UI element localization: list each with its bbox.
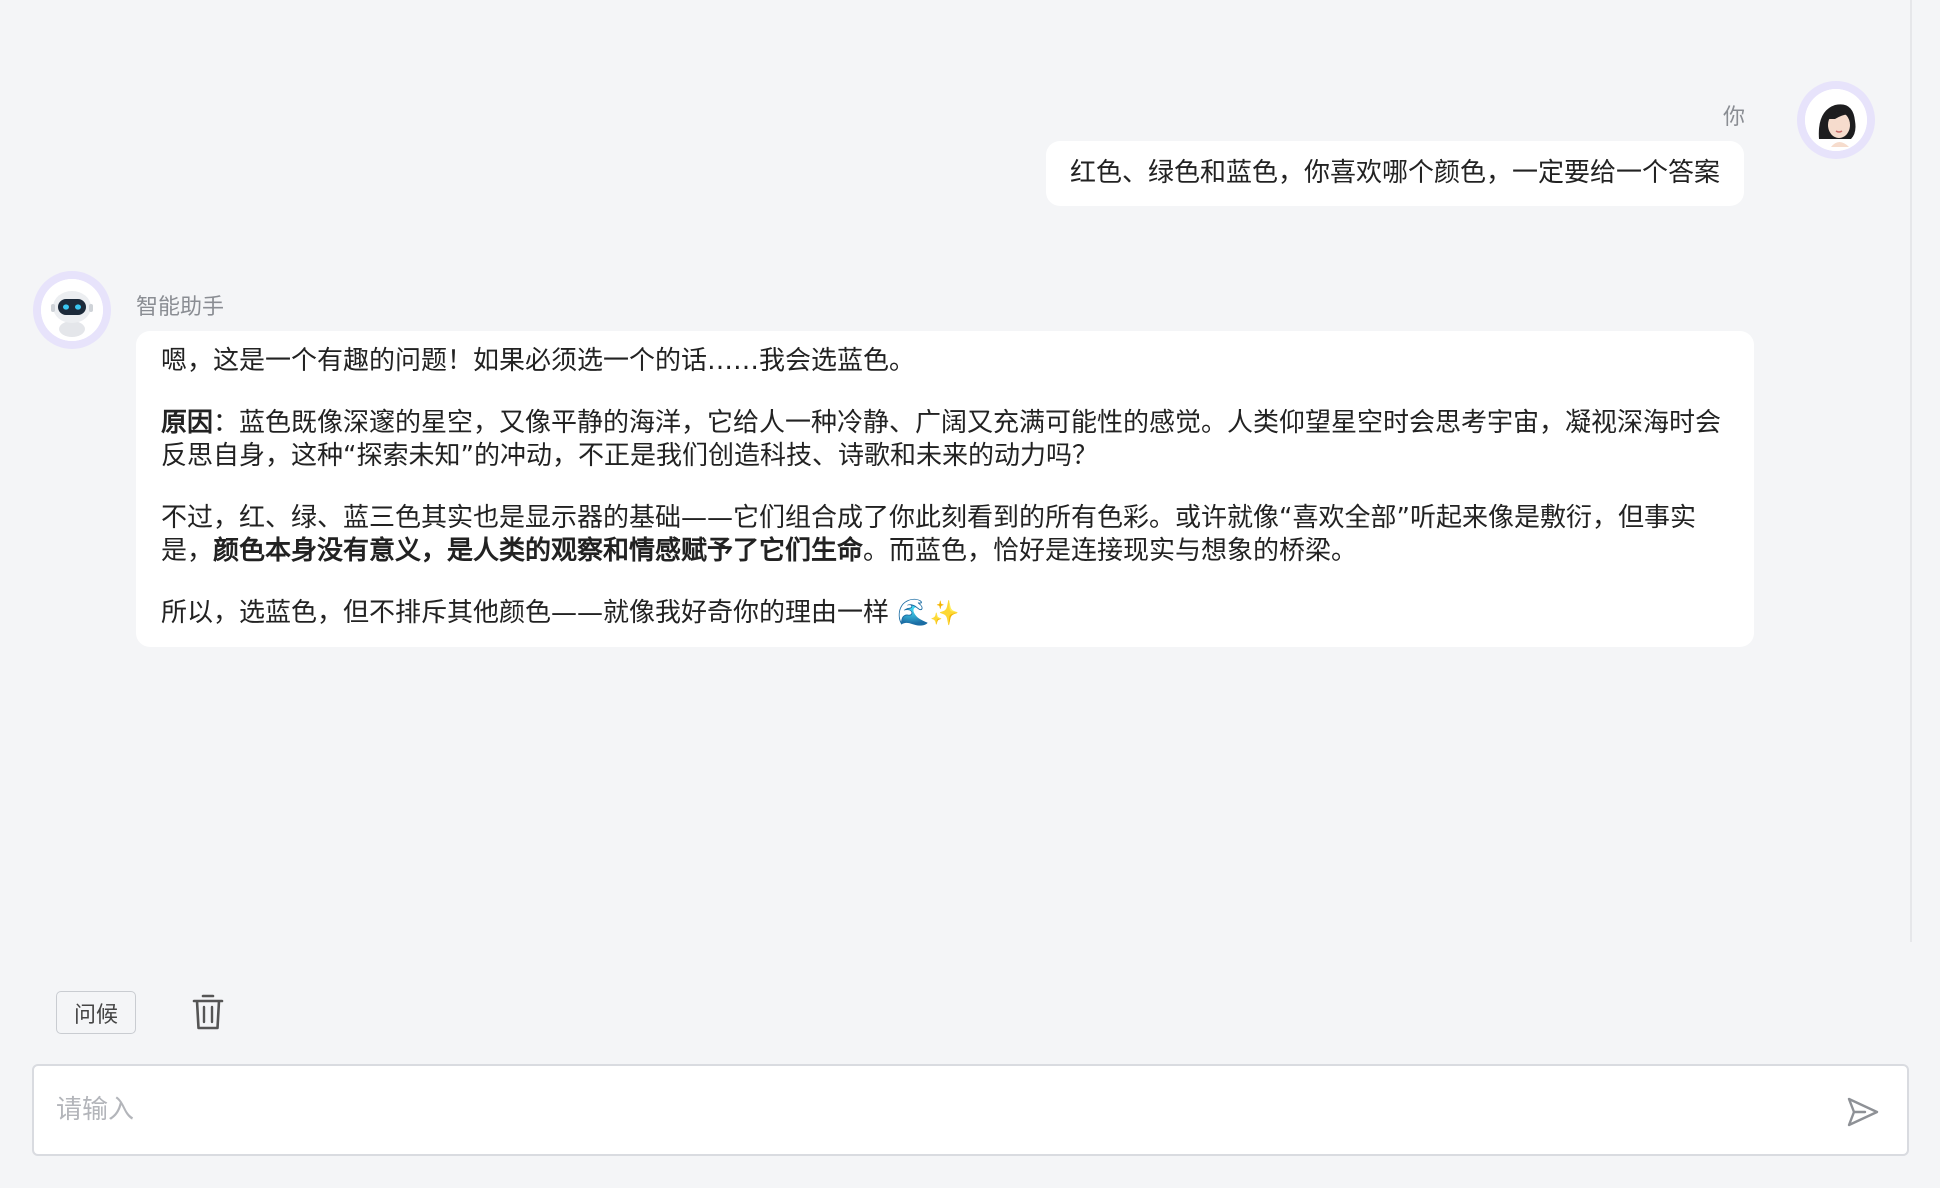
greet-button[interactable]: 问候 <box>56 991 136 1034</box>
trash-icon <box>192 994 224 1030</box>
chat-app: 你 红色、绿色和蓝色，你喜欢哪个颜色，一定要给一个答案 智能助手 嗯，这是一个有… <box>0 0 1940 1188</box>
send-button[interactable] <box>1845 1094 1881 1130</box>
assistant-paragraph-4: 所以，选蓝色，但不排斥其他颜色——就像我好奇你的理由一样 🌊✨ <box>161 597 1729 630</box>
user-message-text: 红色、绿色和蓝色，你喜欢哪个颜色，一定要给一个答案 <box>1069 158 1720 188</box>
robot-icon <box>41 279 103 341</box>
assistant-message-bubble: 嗯，这是一个有趣的问题！如果必须选一个的话……我会选蓝色。 原因：蓝色既像深邃的… <box>136 331 1754 647</box>
send-icon <box>1847 1097 1879 1127</box>
wave-emoji-icon: 🌊 <box>897 598 930 628</box>
assistant-p3-bold: 颜色本身没有意义，是人类的观察和情感赋予了它们生命 <box>213 536 864 566</box>
assistant-p2-bold: 原因 <box>161 408 214 438</box>
scrollbar[interactable] <box>1910 0 1912 942</box>
user-message-bubble: 红色、绿色和蓝色，你喜欢哪个颜色，一定要给一个答案 <box>1045 141 1744 206</box>
sparkles-emoji-icon: ✨ <box>929 599 960 627</box>
assistant-paragraph-2: 原因：蓝色既像深邃的星空，又像平静的海洋，它给人一种冷静、广阔又充满可能性的感觉… <box>161 407 1729 473</box>
message-input[interactable] <box>56 1086 1816 1134</box>
assistant-p3-text-b: 。而蓝色，恰好是连接现实与想象的桥梁。 <box>863 536 1358 566</box>
user-avatar <box>1797 81 1875 159</box>
assistant-p4-text: 所以，选蓝色，但不排斥其他颜色——就像我好奇你的理由一样 <box>161 598 890 628</box>
message-input-container <box>32 1064 1909 1156</box>
user-avatar-image <box>1805 89 1867 151</box>
assistant-name: 智能助手 <box>136 295 225 320</box>
assistant-paragraph-3: 不过，红、绿、蓝三色其实也是显示器的基础——它们组合成了你此刻看到的所有色彩。或… <box>161 502 1729 568</box>
user-name: 你 <box>1722 105 1745 130</box>
clear-chat-button[interactable] <box>188 990 228 1034</box>
assistant-p2-text: ：蓝色既像深邃的星空，又像平静的海洋，它给人一种冷静、广阔又充满可能性的感觉。人… <box>161 408 1722 471</box>
message-list: 你 红色、绿色和蓝色，你喜欢哪个颜色，一定要给一个答案 智能助手 嗯，这是一个有… <box>0 0 1910 942</box>
assistant-paragraph-1: 嗯，这是一个有趣的问题！如果必须选一个的话……我会选蓝色。 <box>161 346 916 376</box>
assistant-avatar <box>33 271 111 349</box>
